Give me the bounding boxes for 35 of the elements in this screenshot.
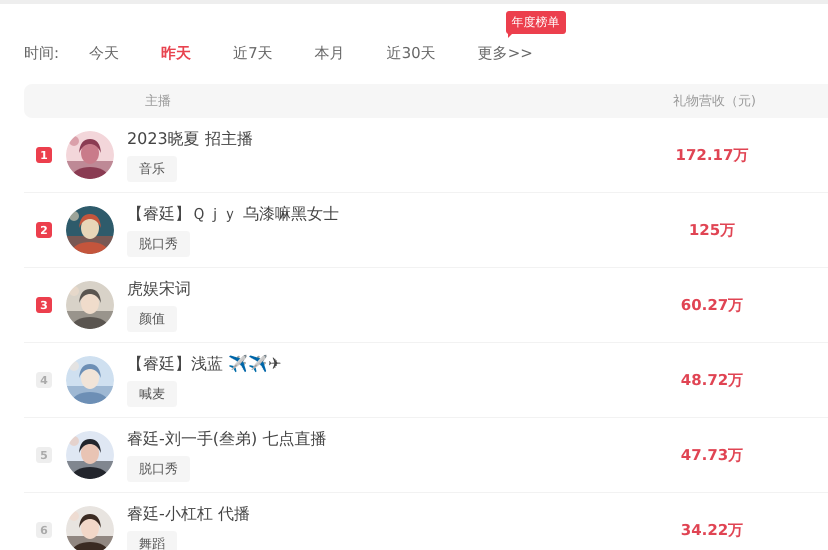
streamer-name[interactable]: 【睿廷】浅蓝 ✈✈✈ [127,354,282,374]
streamer-name[interactable]: 【睿廷】Ｑｊｙ 乌漆嘛黑女士 [127,204,340,224]
rank-badge: 1 [36,147,52,163]
time-option[interactable]: 更多>> [470,44,541,63]
category-tag: 喊麦 [127,380,177,406]
revenue-value: 172.17万 [674,146,750,164]
rank-badge: 6 [36,522,52,538]
streamer-name[interactable]: 睿廷-刘一手(叁弟) 七点直播 [127,428,326,450]
time-option[interactable]: 昨天 [153,44,200,63]
rank-badge: 5 [36,447,52,463]
rank-badge: 3 [36,297,52,313]
category-tag: 颜值 [127,306,177,332]
time-label: 时间: [24,44,60,62]
rank-badge: 2 [36,222,52,238]
revenue-value: 125万 [688,220,736,240]
streamer-name[interactable]: 虎娱宋词 [127,278,191,300]
revenue-value: 47.73万 [680,446,744,464]
category-tag: 脱口秀 [127,230,190,256]
streamer-name[interactable]: 2023晓夏 招主播 [127,128,253,150]
revenue-value: 34.22万 [680,520,744,540]
category-tag: 音乐 [127,156,177,182]
annual-ranking-badge[interactable]: 年度榜单 [506,11,566,34]
time-option[interactable]: 本月 [306,44,353,63]
time-option[interactable]: 今天 [81,44,128,63]
column-header: 主播 [145,93,171,110]
time-option[interactable]: 近7天 [225,44,281,63]
column-header: 礼物营收（元) [672,93,756,110]
revenue-value: 48.72万 [680,370,744,390]
badge-pointer-icon [508,32,514,38]
category-tag: 脱口秀 [127,456,190,482]
time-option[interactable]: 近30天 [378,44,444,63]
revenue-value: 60.27万 [680,296,744,314]
rank-badge: 4 [36,372,52,388]
streamer-name[interactable]: 睿廷-小杠杠 代播 [127,504,250,524]
category-tag: 舞蹈 [127,530,177,550]
